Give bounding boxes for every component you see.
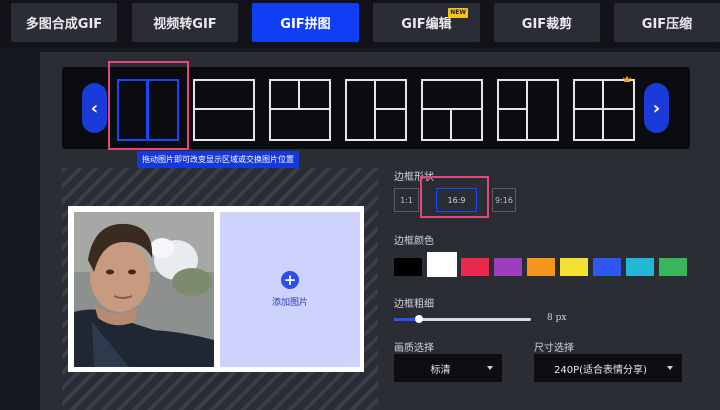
tab-video-to-gif[interactable]: 视频转GIF (132, 3, 238, 42)
border-color-label: 边框颜色 (394, 236, 434, 247)
add-image-cell[interactable]: + 添加图片 (220, 212, 360, 367)
layout-option-left-split[interactable] (497, 79, 559, 141)
color-swatch-black[interactable] (394, 258, 422, 276)
color-swatch-yellow[interactable] (560, 258, 588, 276)
divider (374, 81, 376, 139)
divider (575, 108, 633, 110)
ratio-1-1-button[interactable]: 1:1 (394, 188, 419, 212)
layout-option-bottom-split[interactable] (421, 79, 483, 141)
quality-select[interactable]: 标清 (394, 354, 502, 382)
tab-gif-compress[interactable]: GIF压缩 (614, 3, 720, 42)
ratio-label: 1:1 (400, 195, 413, 205)
tab-gif-edit[interactable]: GIF编辑 NEW (373, 3, 480, 42)
layout-option-four-grid[interactable] (573, 79, 635, 141)
color-swatch-red[interactable] (461, 258, 489, 276)
color-swatch-purple[interactable] (494, 258, 522, 276)
tab-label: 视频转GIF (153, 17, 217, 32)
tab-label: GIF压缩 (641, 17, 693, 32)
divider (298, 81, 300, 109)
chevron-down-icon (667, 366, 673, 370)
tab-gif-collage[interactable]: GIF拼图 (252, 3, 359, 42)
tab-multi-image-gif[interactable]: 多图合成GIF (11, 3, 117, 42)
quality-label: 画质选择 (394, 343, 434, 354)
tab-label: GIF拼图 (280, 17, 331, 32)
tab-label: GIF裁剪 (521, 17, 573, 32)
color-swatch-orange[interactable] (527, 258, 555, 276)
divider (526, 81, 528, 139)
next-layout-button[interactable]: › (644, 83, 669, 133)
color-swatch-green[interactable] (659, 258, 687, 276)
divider (375, 108, 407, 110)
divider (423, 108, 481, 110)
tab-gif-crop[interactable]: GIF裁剪 (494, 3, 600, 42)
new-badge: NEW (448, 8, 468, 18)
layout-option-top-split[interactable] (269, 79, 331, 141)
selection-highlight (108, 61, 189, 150)
thickness-value: 8 px (547, 313, 567, 323)
size-value: 240P(适合表情分享) (554, 364, 647, 376)
chevron-down-icon (487, 366, 493, 370)
divider (195, 108, 253, 110)
portrait-image (74, 212, 214, 367)
divider (450, 109, 452, 139)
add-image-label: 添加图片 (271, 298, 308, 308)
quality-value: 标清 (430, 364, 451, 376)
collage-photo[interactable] (74, 212, 214, 367)
chevron-right-icon: › (652, 97, 661, 119)
tab-bar: 多图合成GIF 视频转GIF GIF拼图 GIF编辑 NEW GIF裁剪 GIF压… (0, 0, 720, 48)
prev-layout-button[interactable]: ‹ (82, 83, 107, 133)
ratio-label: 9:16 (495, 195, 513, 205)
plus-icon: + (281, 271, 299, 289)
color-swatch-cyan[interactable] (626, 258, 654, 276)
divider (499, 108, 526, 110)
layout-option-two-rows[interactable] (193, 79, 255, 141)
layout-option-right-split[interactable] (345, 79, 407, 141)
color-swatch-blue[interactable] (593, 258, 621, 276)
color-swatch-white[interactable] (427, 252, 457, 277)
chevron-left-icon: ‹ (90, 97, 99, 119)
divider (271, 108, 329, 110)
drag-hint-tooltip: 拖动图片即可改变显示区域或交换图片位置 (137, 151, 299, 168)
border-thickness-label: 边框粗细 (394, 299, 434, 310)
size-label: 尺寸选择 (534, 343, 574, 354)
tab-label: 多图合成GIF (25, 17, 103, 32)
thickness-slider-handle[interactable] (415, 315, 423, 323)
size-select[interactable]: 240P(适合表情分享) (534, 354, 682, 382)
ratio-9-16-button[interactable]: 9:16 (492, 188, 516, 212)
ratio-highlight (420, 176, 489, 218)
divider (602, 81, 604, 139)
crown-icon (622, 75, 632, 83)
tab-label: GIF编辑 (401, 17, 452, 32)
